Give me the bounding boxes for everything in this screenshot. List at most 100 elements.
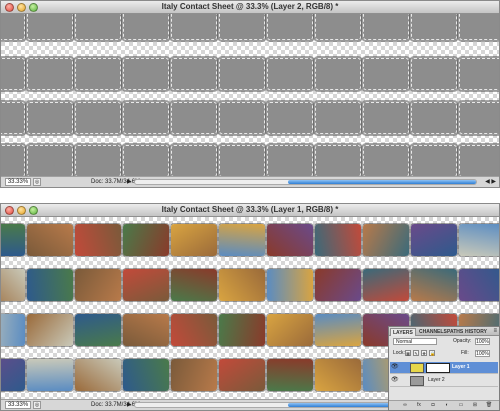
panel-menu-icon[interactable]: ≡ — [493, 328, 497, 335]
photo-thumbnail — [75, 269, 121, 301]
window-title: Italy Contact Sheet @ 33.3% (Layer 1, RG… — [161, 205, 339, 214]
photo-placeholder — [1, 58, 25, 90]
photo-placeholder — [1, 14, 25, 40]
photo-thumbnail — [411, 224, 457, 256]
photo-thumbnail — [123, 314, 169, 346]
scrollbar-thumb[interactable] — [288, 180, 476, 184]
tab-channels[interactable]: CHANNELS — [417, 328, 449, 336]
status-bar: 33.33% ◎ Doc: 33.7M/34.6M ▶ ◀ ▶ — [1, 176, 499, 187]
layer-name[interactable]: Layer 2 — [428, 377, 445, 384]
adjustment-layer-icon[interactable]: ◐ — [443, 402, 451, 409]
add-mask-icon[interactable]: ◘ — [429, 402, 437, 409]
tab-layers[interactable]: LAYERS — [390, 328, 416, 336]
photo-thumbnail — [315, 359, 361, 391]
photo-placeholder — [459, 58, 499, 90]
visibility-eye-icon[interactable]: 👁 — [391, 377, 399, 384]
photo-placeholder — [27, 14, 73, 40]
tab-history[interactable]: HISTORY — [463, 328, 489, 336]
photo-placeholder — [363, 145, 409, 177]
panel-tabs: LAYERS CHANNELS PATHS HISTORY ≡ — [389, 327, 499, 336]
lock-all-icon[interactable]: 🔒 — [429, 350, 435, 356]
layer-row-layer-1[interactable]: 👁 Layer 1 — [390, 362, 498, 374]
photo-placeholder — [219, 14, 265, 40]
status-menu-arrow-icon[interactable]: ▶ — [127, 178, 132, 186]
photo-thumbnail — [1, 269, 25, 301]
layer-mask-thumbnail[interactable] — [426, 363, 450, 373]
document-canvas[interactable]: ➤ — [1, 14, 499, 177]
photo-placeholder — [363, 58, 409, 90]
trash-icon[interactable]: 🗑 — [485, 402, 493, 409]
photo-placeholder — [123, 145, 169, 177]
lock-transparency-icon[interactable]: ▦ — [405, 350, 411, 356]
photo-thumbnail — [363, 269, 409, 301]
link-layers-icon[interactable]: ∞ — [401, 402, 409, 409]
new-layer-icon[interactable]: ⊞ — [471, 402, 479, 409]
photo-thumbnail — [123, 224, 169, 256]
lock-pixels-icon[interactable]: ✎ — [413, 350, 419, 356]
photo-thumbnail — [27, 224, 73, 256]
layer-thumbnail — [410, 376, 424, 386]
photo-placeholder — [171, 58, 217, 90]
top-document-window: Italy Contact Sheet @ 33.3% (Layer 2, RG… — [0, 0, 500, 188]
photo-thumbnail — [219, 314, 265, 346]
photo-placeholder — [27, 58, 73, 90]
photo-placeholder — [459, 145, 499, 177]
zoom-level-field[interactable]: 33.33% — [5, 401, 31, 409]
photo-thumbnail — [171, 359, 217, 391]
title-bar[interactable]: Italy Contact Sheet @ 33.3% (Layer 1, RG… — [1, 204, 499, 217]
photo-thumbnail — [219, 359, 265, 391]
title-bar[interactable]: Italy Contact Sheet @ 33.3% (Layer 2, RG… — [1, 1, 499, 14]
photo-placeholder — [27, 102, 73, 134]
zoom-icon[interactable]: ◎ — [33, 401, 41, 409]
photo-placeholder — [267, 58, 313, 90]
photo-placeholder — [75, 145, 121, 177]
photo-thumbnail — [75, 359, 121, 391]
lock-label: Lock: — [393, 350, 405, 356]
photo-thumbnail — [171, 314, 217, 346]
photo-placeholder — [411, 145, 457, 177]
photo-placeholder — [267, 102, 313, 134]
photo-thumbnail — [75, 224, 121, 256]
photo-placeholder — [123, 102, 169, 134]
photo-placeholder — [363, 102, 409, 134]
opacity-field[interactable]: 100% — [475, 338, 490, 345]
photo-thumbnail — [459, 224, 499, 256]
photo-thumbnail — [267, 269, 313, 301]
photo-thumbnail — [315, 224, 361, 256]
lock-position-icon[interactable]: ✥ — [421, 350, 427, 356]
zoom-icon[interactable]: ◎ — [33, 178, 41, 186]
layers-panel: LAYERS CHANNELS PATHS HISTORY ≡ Normal O… — [388, 326, 500, 411]
photo-thumbnail — [267, 314, 313, 346]
photo-placeholder — [411, 14, 457, 40]
fill-label: Fill: — [461, 350, 469, 356]
photo-placeholder — [123, 58, 169, 90]
zoom-level-field[interactable]: 33.33% — [5, 178, 31, 186]
scroll-arrows-icon[interactable]: ◀ ▶ — [485, 177, 496, 187]
photo-placeholder — [1, 145, 25, 177]
photo-thumbnail — [1, 224, 25, 256]
fill-field[interactable]: 100% — [475, 350, 490, 357]
photo-thumbnail — [1, 359, 25, 391]
status-menu-arrow-icon[interactable]: ▶ — [127, 401, 132, 409]
new-group-icon[interactable]: ▭ — [457, 402, 465, 409]
layer-row-layer-2[interactable]: 👁 Layer 2 — [390, 375, 498, 387]
photo-thumbnail — [267, 224, 313, 256]
opacity-label: Opacity: — [453, 338, 472, 344]
photo-placeholder — [75, 14, 121, 40]
document-size: Doc: 33.7M/34.6M — [91, 402, 141, 408]
blend-mode-select[interactable]: Normal — [393, 338, 437, 345]
photo-thumbnail — [315, 269, 361, 301]
visibility-eye-icon[interactable]: 👁 — [391, 364, 399, 371]
photo-placeholder — [27, 145, 73, 177]
horizontal-scrollbar[interactable] — [134, 179, 477, 185]
photo-thumbnail — [267, 359, 313, 391]
photo-placeholder — [123, 14, 169, 40]
layer-name[interactable]: Layer 1 — [452, 364, 470, 371]
photo-placeholder — [459, 102, 499, 134]
photo-placeholder — [459, 14, 499, 40]
photo-placeholder — [75, 102, 121, 134]
photo-thumbnail — [171, 269, 217, 301]
fx-icon[interactable]: fx — [415, 402, 423, 409]
photo-placeholder — [75, 58, 121, 90]
photo-thumbnail — [171, 224, 217, 256]
